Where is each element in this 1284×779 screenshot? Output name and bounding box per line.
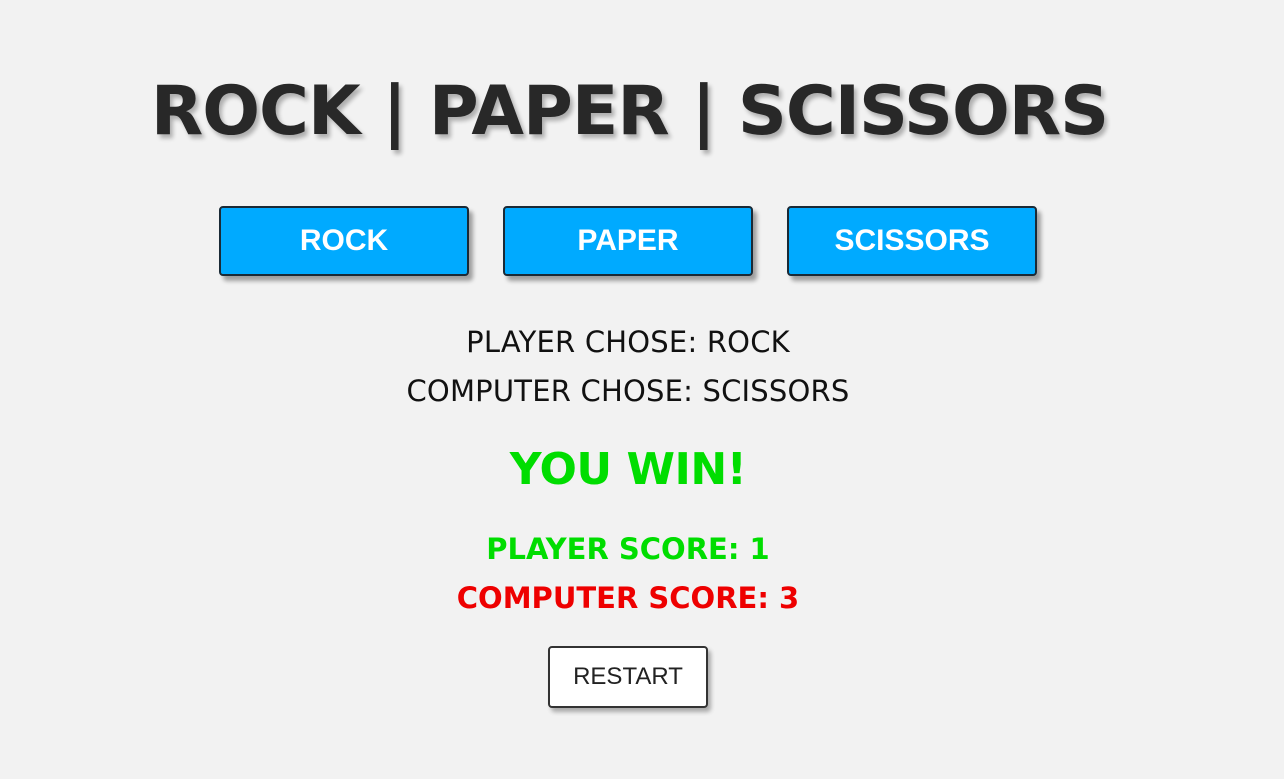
page-title: ROCK | PAPER | SCISSORS (150, 72, 1109, 151)
player-choice-text: PLAYER CHOSE: ROCK (466, 325, 790, 359)
choice-buttons: ROCK PAPER SCISSORS (219, 206, 1039, 278)
computer-score: COMPUTER SCORE: 3 (456, 581, 800, 615)
computer-choice-text: COMPUTER CHOSE: SCISSORS (406, 374, 850, 408)
round-result: YOU WIN! (509, 444, 747, 495)
restart-button[interactable]: RESTART (548, 646, 708, 708)
rock-button[interactable]: ROCK (219, 206, 469, 276)
paper-button[interactable]: PAPER (503, 206, 753, 276)
player-score: PLAYER SCORE: 1 (486, 532, 770, 566)
scissors-button[interactable]: SCISSORS (787, 206, 1037, 276)
